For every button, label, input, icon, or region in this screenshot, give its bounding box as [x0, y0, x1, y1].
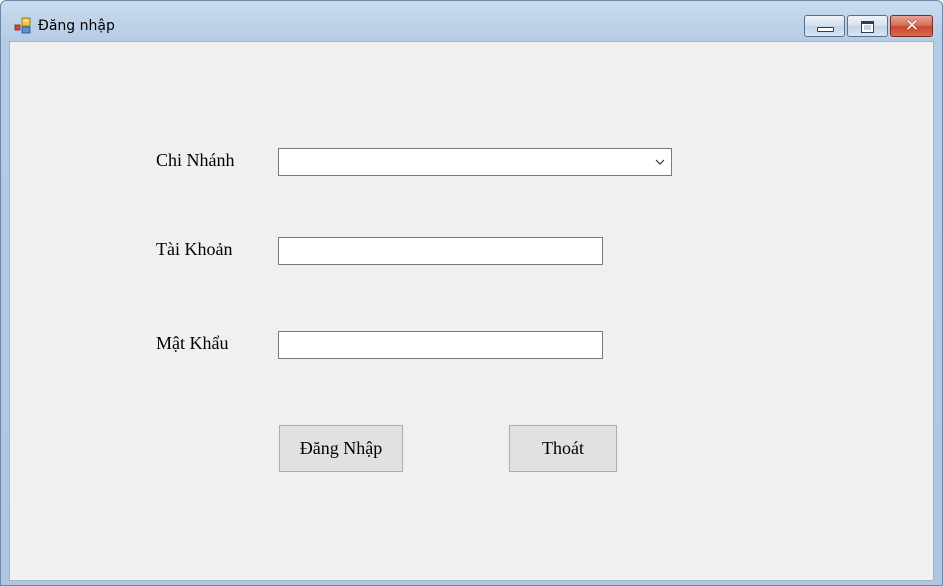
login-window: Đăng nhập ✕ Chi Nhánh Tài Khoản Mật Khẩu…	[0, 0, 943, 586]
exit-button[interactable]: Thoát	[509, 425, 617, 472]
minimize-icon	[817, 27, 834, 32]
close-icon: ✕	[904, 16, 920, 36]
password-input[interactable]	[278, 331, 603, 359]
password-label: Mật Khẩu	[156, 333, 229, 353]
account-input[interactable]	[278, 237, 603, 265]
account-label: Tài Khoản	[156, 239, 233, 259]
close-button[interactable]: ✕	[890, 15, 933, 37]
title-bar[interactable]: Đăng nhập ✕	[1, 1, 942, 41]
winforms-app-icon	[14, 17, 31, 34]
window-title: Đăng nhập	[38, 18, 115, 34]
maximize-button[interactable]	[847, 15, 888, 37]
minimize-button[interactable]	[804, 15, 845, 37]
login-button[interactable]: Đăng Nhập	[279, 425, 403, 472]
chevron-down-icon	[655, 159, 665, 165]
maximize-icon	[861, 21, 874, 33]
form-client-area: Chi Nhánh Tài Khoản Mật Khẩu Đăng Nhập T…	[9, 41, 934, 581]
branch-label: Chi Nhánh	[156, 150, 235, 170]
branch-combobox[interactable]	[278, 148, 672, 176]
